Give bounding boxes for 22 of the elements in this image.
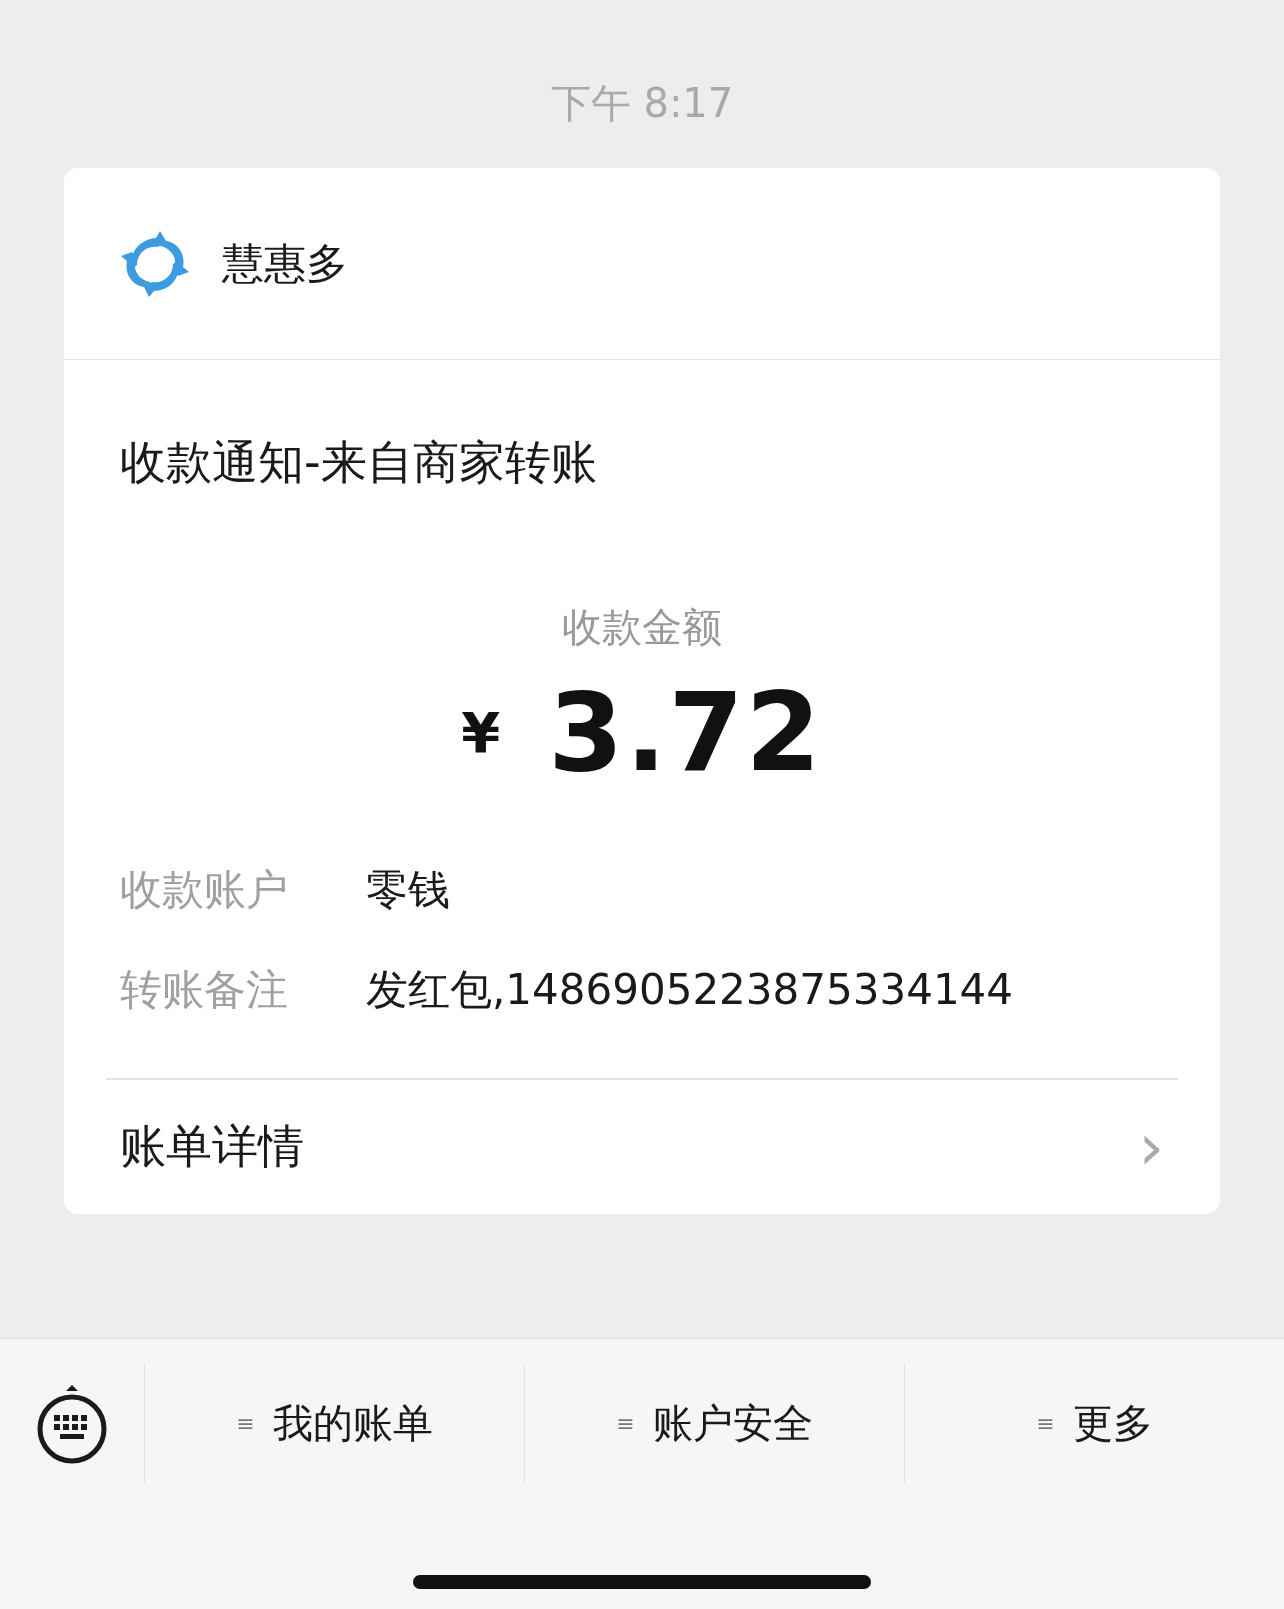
menu-label: 账户安全 xyxy=(652,1398,813,1448)
menu-icon: ≡ xyxy=(616,1410,635,1436)
menu-item[interactable]: ≡ 更多 xyxy=(905,1363,1284,1483)
menu-label: 更多 xyxy=(1072,1398,1153,1448)
merchant-name: 慧惠多 xyxy=(222,237,348,290)
amount: 3.72 xyxy=(548,669,823,795)
menu-label: 我的账单 xyxy=(272,1398,433,1448)
chevron-icon: › xyxy=(1138,1115,1164,1179)
detail-value: 零钱 xyxy=(366,864,450,916)
amount-label: 收款金额 xyxy=(561,603,723,652)
menu-icon: ≡ xyxy=(1036,1410,1055,1436)
timestamp: 下午 8:17 xyxy=(549,79,735,128)
menu-icon: ≡ xyxy=(236,1410,255,1436)
bill-details-link[interactable]: 账单详情 › xyxy=(64,1080,1220,1214)
notification-title: 收款通知-来自商家转账 xyxy=(120,434,598,491)
bill-details-label: 账单详情 xyxy=(120,1118,304,1175)
currency-symbol: ¥ xyxy=(461,699,501,765)
menu-item[interactable]: ≡ 账户安全 xyxy=(525,1363,905,1483)
menu-item[interactable]: ≡ 我的账单 xyxy=(145,1363,525,1483)
detail-value: 发红包,1486905223875334144 xyxy=(366,964,1014,1016)
detail-label: 转账备注 xyxy=(120,964,289,1016)
detail-label: 收款账户 xyxy=(120,864,289,916)
